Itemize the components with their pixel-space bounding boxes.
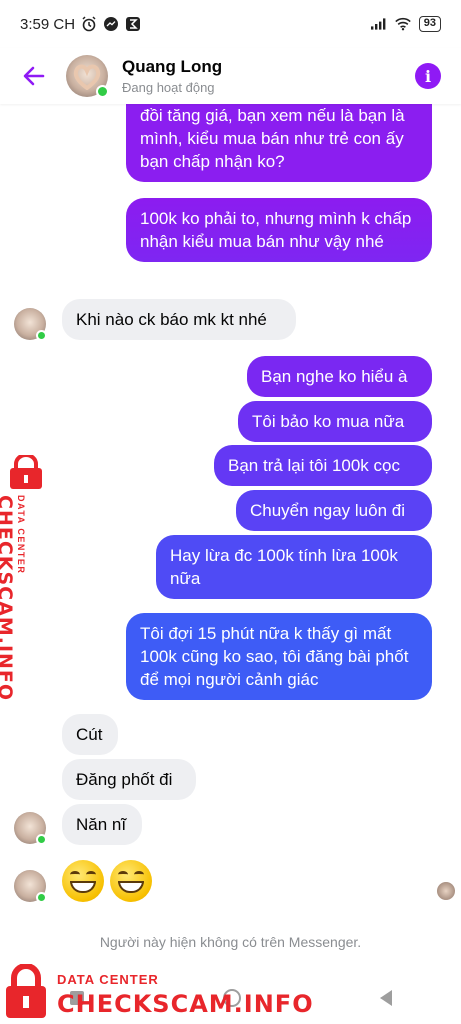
padlock-icon (6, 453, 46, 494)
sender-avatar[interactable] (14, 812, 47, 845)
message-bubble-incoming[interactable]: Đăng phốt đi (62, 759, 196, 800)
messenger-icon (103, 16, 119, 32)
sender-avatar[interactable] (14, 308, 47, 341)
online-indicator (36, 330, 47, 341)
status-bar: 3:59 CH 93 (0, 0, 461, 48)
conversation-header: Quang Long Đang hoạt động i (0, 48, 461, 104)
watermark-small-text: DATA CENTER (57, 972, 159, 987)
message-bubble-incoming[interactable]: Cút (62, 714, 118, 755)
back-button[interactable] (379, 990, 392, 1006)
message-bubble-outgoing[interactable]: 100k ko phải to, nhưng mình k chấp nhận … (126, 198, 432, 262)
grinning-squinting-emoji[interactable] (110, 860, 152, 902)
contact-status: Đang hoạt động (122, 80, 215, 95)
wifi-icon (394, 16, 411, 32)
grinning-squinting-emoji[interactable] (62, 860, 104, 902)
contact-name[interactable]: Quang Long (122, 57, 222, 77)
message-bubble-outgoing[interactable]: Bạn trả lại tôi 100k cọc (214, 445, 432, 486)
watermark-big-text: CHECKSCAM.INFO (57, 990, 314, 1018)
message-bubble-outgoing[interactable]: Tôi đợi 15 phút nữa k thấy gì mất 100k c… (126, 613, 432, 700)
online-indicator (36, 834, 47, 845)
online-indicator (36, 892, 47, 903)
watermark-small-text: DATA CENTER (16, 495, 26, 575)
battery-indicator: 93 (418, 16, 441, 32)
app-notification-icon (125, 16, 141, 32)
watermark-bottom: DATA CENTER CHECKSCAM.INFO (0, 962, 313, 1024)
padlock-icon (4, 963, 48, 1024)
back-arrow-icon[interactable] (20, 62, 48, 90)
alarm-icon (81, 16, 97, 32)
message-bubble-incoming[interactable]: Năn nĩ (62, 804, 142, 845)
info-icon[interactable]: i (415, 63, 441, 89)
contact-avatar[interactable] (66, 55, 109, 98)
watermark-big-text: CHECKSCAM.INFO (0, 495, 16, 702)
message-bubble-outgoing[interactable]: Tôi bảo ko mua nữa (238, 401, 432, 442)
watermark-side-text: DATA CENTER CHECKSCAM.INFO (0, 495, 26, 701)
message-bubble-outgoing[interactable]: Hay lừa đc 100k tính lừa 100k nữa (156, 535, 432, 599)
clock: 3:59 CH (20, 15, 76, 33)
online-indicator (96, 85, 109, 98)
message-bubble-incoming[interactable]: Khi nào ck báo mk kt nhé (62, 299, 296, 340)
read-receipt-avatar (437, 882, 455, 900)
message-bubble-outgoing[interactable]: Chuyển ngay luôn đi (236, 490, 432, 531)
message-bubble-outgoing[interactable]: Bạn nghe ko hiểu à (247, 356, 432, 397)
signal-icon (370, 16, 387, 32)
unavailable-notice: Người này hiện không có trên Messenger. (99, 934, 362, 950)
sender-avatar[interactable] (14, 870, 47, 903)
